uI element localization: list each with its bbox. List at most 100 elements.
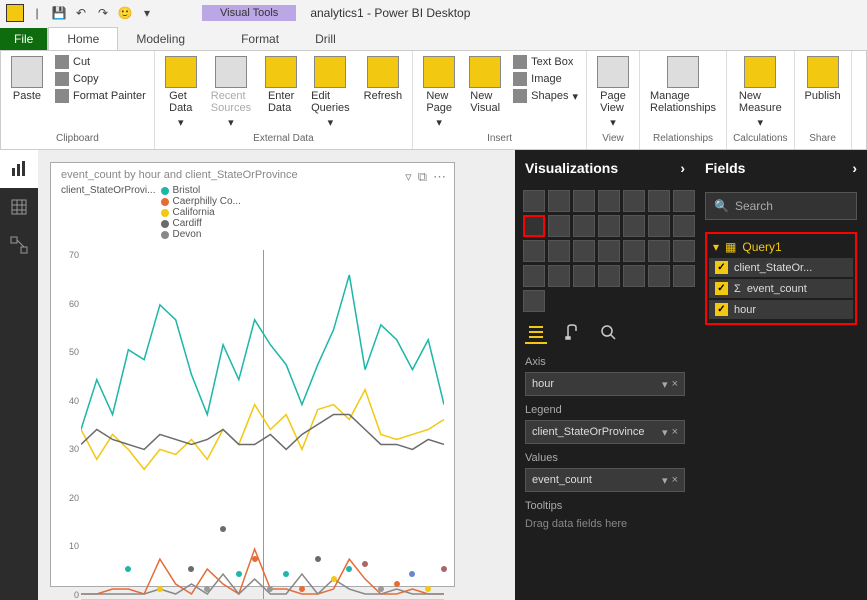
chevron-down-icon[interactable]: ▾: [662, 426, 668, 439]
file-tab[interactable]: File: [0, 28, 48, 50]
paste-button[interactable]: Paste: [7, 54, 47, 104]
viz-type-28[interactable]: [523, 290, 545, 312]
viz-type-24[interactable]: [598, 265, 620, 287]
viz-type-12[interactable]: [648, 215, 670, 237]
values-label: Values: [515, 446, 695, 466]
viz-type-25[interactable]: [623, 265, 645, 287]
analytics-tab-button[interactable]: [597, 322, 619, 344]
legend-well[interactable]: client_StateOrProvince▾×: [525, 420, 685, 444]
recent-sources-button[interactable]: Recent Sources▾: [207, 54, 255, 131]
checkbox-icon[interactable]: ✓: [715, 303, 728, 316]
viz-type-5[interactable]: [648, 190, 670, 212]
edit-queries-button[interactable]: Edit Queries▾: [307, 54, 354, 131]
undo-icon[interactable]: ↶: [72, 4, 90, 22]
copy-button[interactable]: Copy: [53, 71, 148, 87]
drag-hint: Drag data fields here: [515, 514, 695, 534]
new-measure-button[interactable]: New Measure▾: [735, 54, 786, 131]
field-client-state[interactable]: ✓client_StateOr...: [709, 258, 853, 277]
viz-type-14[interactable]: [523, 240, 545, 262]
viz-type-11[interactable]: [623, 215, 645, 237]
redo-icon[interactable]: ↷: [94, 4, 112, 22]
remove-icon[interactable]: ×: [672, 426, 678, 439]
line-chart-visual[interactable]: ▿ ⧉ ⋯ event_count by hour and client_Sta…: [50, 162, 455, 587]
new-visual-button[interactable]: New Visual: [465, 54, 505, 116]
remove-icon[interactable]: ×: [672, 378, 678, 391]
field-event-count[interactable]: ✓Σevent_count: [709, 279, 853, 298]
fields-tab-button[interactable]: [525, 322, 547, 344]
refresh-button[interactable]: Refresh: [360, 54, 407, 104]
legend-item[interactable]: California: [161, 207, 240, 218]
cut-icon: [55, 55, 69, 69]
enter-data-button[interactable]: Enter Data: [261, 54, 301, 116]
field-hour[interactable]: ✓hour: [709, 300, 853, 319]
viz-type-20[interactable]: [673, 240, 695, 262]
qat-divider: |: [28, 4, 46, 22]
home-tab[interactable]: Home: [48, 27, 118, 50]
filter-icon[interactable]: ▿: [405, 169, 412, 185]
viz-type-22[interactable]: [548, 265, 570, 287]
viz-type-1[interactable]: [548, 190, 570, 212]
save-icon[interactable]: 💾: [50, 4, 68, 22]
chevron-down-icon[interactable]: ▾: [662, 378, 668, 391]
chevron-down-icon[interactable]: ▾: [662, 474, 668, 487]
text-box-button[interactable]: Text Box: [511, 54, 580, 70]
viz-type-26[interactable]: [648, 265, 670, 287]
collapse-icon[interactable]: ›: [680, 160, 685, 176]
format-painter-button[interactable]: Format Painter: [53, 88, 148, 104]
legend-item[interactable]: Bristol: [161, 185, 240, 196]
viz-type-27[interactable]: [673, 265, 695, 287]
legend-item[interactable]: Devon: [161, 229, 240, 240]
viz-type-18[interactable]: [623, 240, 645, 262]
viz-type-16[interactable]: [573, 240, 595, 262]
viz-type-10[interactable]: [598, 215, 620, 237]
viz-type-2[interactable]: [573, 190, 595, 212]
viz-type-4[interactable]: [623, 190, 645, 212]
visualizations-panel: Visualizations› Axis hour▾× Legend clien…: [515, 150, 695, 600]
more-icon[interactable]: ⋯: [433, 169, 446, 185]
qat-dropdown-icon[interactable]: ▾: [138, 4, 156, 22]
focus-icon[interactable]: ⧉: [418, 169, 427, 185]
tooltips-label: Tooltips: [515, 494, 695, 514]
data-view-button[interactable]: [0, 188, 38, 226]
viz-type-15[interactable]: [548, 240, 570, 262]
viz-type-23[interactable]: [573, 265, 595, 287]
shapes-button[interactable]: Shapes▾: [511, 88, 580, 104]
legend-item[interactable]: Caerphilly Co...: [161, 196, 240, 207]
viz-type-21[interactable]: [523, 265, 545, 287]
checkbox-icon[interactable]: ✓: [715, 282, 728, 295]
report-canvas[interactable]: ▿ ⧉ ⋯ event_count by hour and client_Sta…: [38, 150, 515, 600]
view-nav: [0, 150, 38, 600]
viz-type-13[interactable]: [673, 215, 695, 237]
modeling-tab[interactable]: Modeling: [118, 28, 203, 50]
viz-type-7[interactable]: [523, 215, 545, 237]
legend-item[interactable]: Cardiff: [161, 218, 240, 229]
viz-type-0[interactable]: [523, 190, 545, 212]
image-icon: [513, 72, 527, 86]
viz-type-17[interactable]: [598, 240, 620, 262]
collapse-icon[interactable]: ›: [852, 160, 857, 176]
viz-type-19[interactable]: [648, 240, 670, 262]
get-data-button[interactable]: Get Data▾: [161, 54, 201, 131]
viz-type-8[interactable]: [548, 215, 570, 237]
cut-button[interactable]: Cut: [53, 54, 148, 70]
query-header[interactable]: ▾▦Query1: [709, 238, 853, 256]
smiley-icon[interactable]: 🙂: [116, 4, 134, 22]
model-view-button[interactable]: [0, 226, 38, 264]
image-button[interactable]: Image: [511, 71, 580, 87]
report-view-button[interactable]: [0, 150, 38, 188]
viz-type-9[interactable]: [573, 215, 595, 237]
values-well[interactable]: event_count▾×: [525, 468, 685, 492]
publish-button[interactable]: Publish: [801, 54, 845, 104]
format-tab-button[interactable]: [561, 322, 583, 344]
viz-type-3[interactable]: [598, 190, 620, 212]
viz-type-6[interactable]: [673, 190, 695, 212]
drill-tab[interactable]: Drill: [297, 28, 354, 50]
format-tab[interactable]: Format: [223, 28, 297, 50]
page-view-button[interactable]: Page View▾: [593, 54, 633, 131]
remove-icon[interactable]: ×: [672, 474, 678, 487]
new-page-button[interactable]: New Page▾: [419, 54, 459, 131]
checkbox-icon[interactable]: ✓: [715, 261, 728, 274]
axis-well[interactable]: hour▾×: [525, 372, 685, 396]
search-input[interactable]: 🔍Search: [705, 192, 857, 220]
manage-relationships-button[interactable]: Manage Relationships: [646, 54, 720, 116]
